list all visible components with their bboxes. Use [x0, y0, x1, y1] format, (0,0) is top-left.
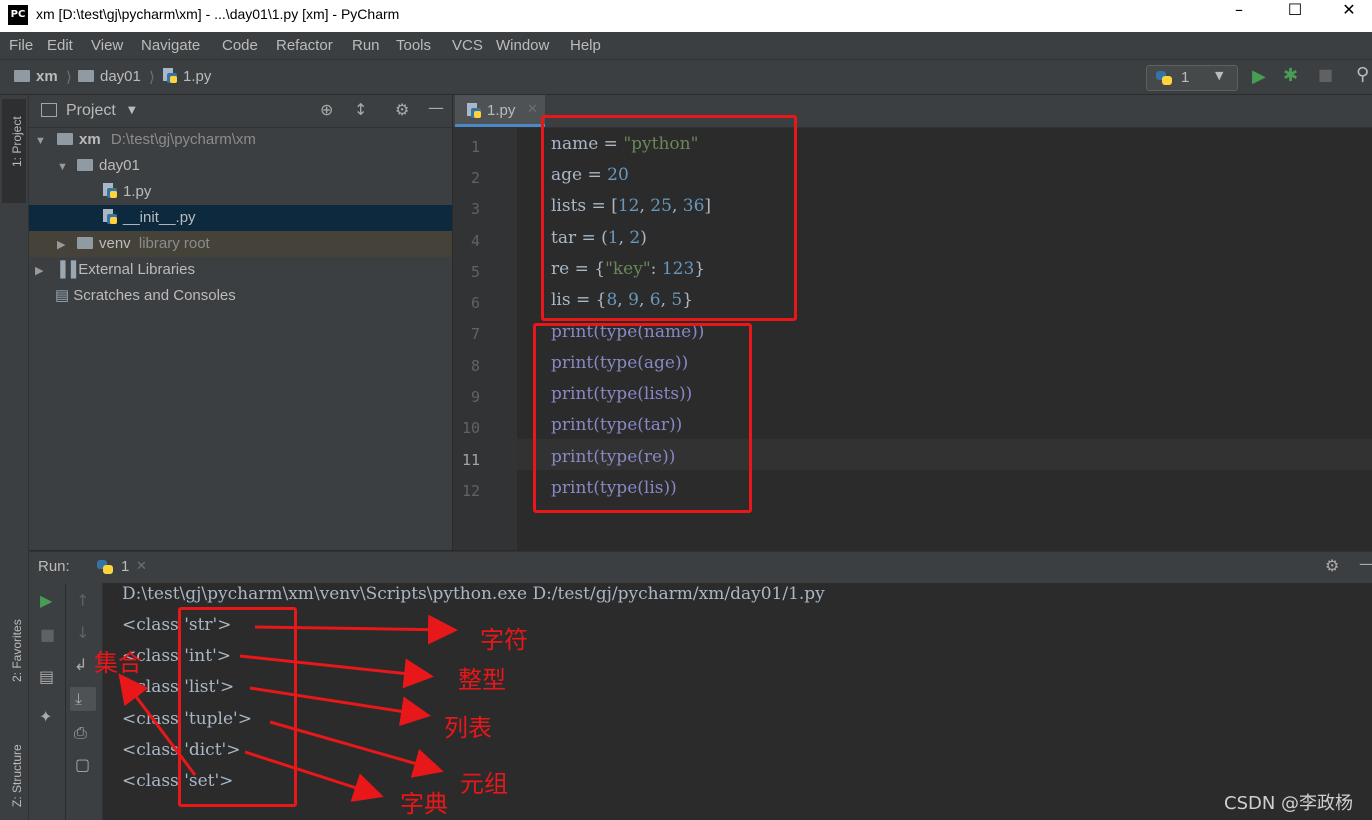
annotation-label-set: 集合: [94, 649, 142, 677]
arrow-tuple: [269, 720, 444, 778]
arrow-set: [118, 673, 197, 776]
annotation-arrows: [118, 614, 458, 802]
annotation-label-str: 字符: [480, 626, 528, 654]
arrow-list: [249, 686, 431, 727]
annotation-label-tuple: 元组: [460, 770, 508, 798]
annotation-label-dict: 字典: [400, 790, 448, 818]
annotation-label-int: 整型: [458, 666, 506, 694]
arrow-int: [239, 654, 434, 689]
arrow-str: [254, 614, 458, 645]
arrow-dict: [244, 750, 384, 802]
watermark: CSDN @李政杨: [1224, 793, 1354, 814]
annotation-label-list: 列表: [444, 714, 492, 742]
